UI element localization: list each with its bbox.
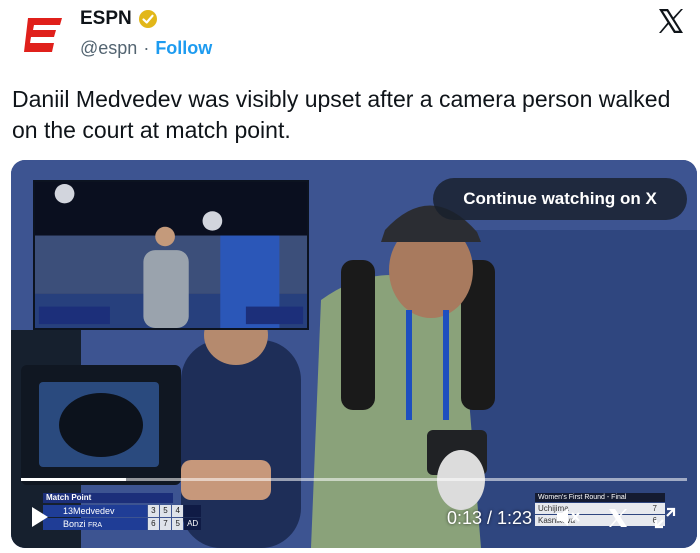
picture-in-picture-court [33,180,309,330]
video-progress-bar[interactable] [21,478,687,481]
set-score: 6 [147,518,159,530]
volume-muted-icon[interactable] [555,506,581,528]
verified-badge-icon [138,10,157,28]
player-name: Medvedev [73,506,115,516]
point-score: AD [184,518,202,530]
x-logo-icon[interactable] [656,6,686,36]
scorebug-row-bonzi: Bonzi FRA 6 7 5 AD [43,518,202,530]
player-seed: 13 [63,506,74,516]
scorebug-player-name: 13Medvedev [43,505,147,517]
author-handle-row: @espn · Follow [80,38,212,59]
player-country: FRA [88,522,103,529]
scorebug-row-medvedev: 13Medvedev 3 5 4 [43,505,202,517]
player-name: Bonzi [63,519,86,529]
other-match-title: Women's First Round - Final [535,493,665,502]
handle-separator: · [143,38,150,58]
fullscreen-icon[interactable] [654,507,676,529]
play-icon[interactable] [31,506,49,528]
espn-logo-icon[interactable] [20,12,66,58]
video-player[interactable]: Continue watching on X Match Point 13Med… [11,160,697,548]
x-logo-icon[interactable] [607,507,629,529]
match-scorebug: Match Point 13Medvedev 3 5 4 Bonzi FRA 6… [43,493,203,531]
scorebug-title: Match Point [43,493,173,503]
video-progress-fill [21,478,126,481]
author-display-name[interactable]: ESPN [80,8,132,30]
tweet-header: ESPN @espn · Follow [0,0,700,70]
set-score: 5 [159,505,172,517]
point-score [184,505,202,517]
author-handle[interactable]: @espn [80,38,137,59]
author-name-row: ESPN [80,8,158,30]
tweet-text: Daniil Medvedev was visibly upset after … [12,86,671,143]
set-score: 4 [172,505,184,517]
video-time: 0:13 / 1:23 [447,508,533,528]
continue-watching-button[interactable]: Continue watching on X [433,178,687,220]
set-score: 3 [147,505,159,517]
follow-button[interactable]: Follow [155,38,212,59]
set-score: 7 [159,518,172,530]
scorebug-player-name: Bonzi FRA [43,518,147,530]
set-score: 5 [172,518,184,530]
